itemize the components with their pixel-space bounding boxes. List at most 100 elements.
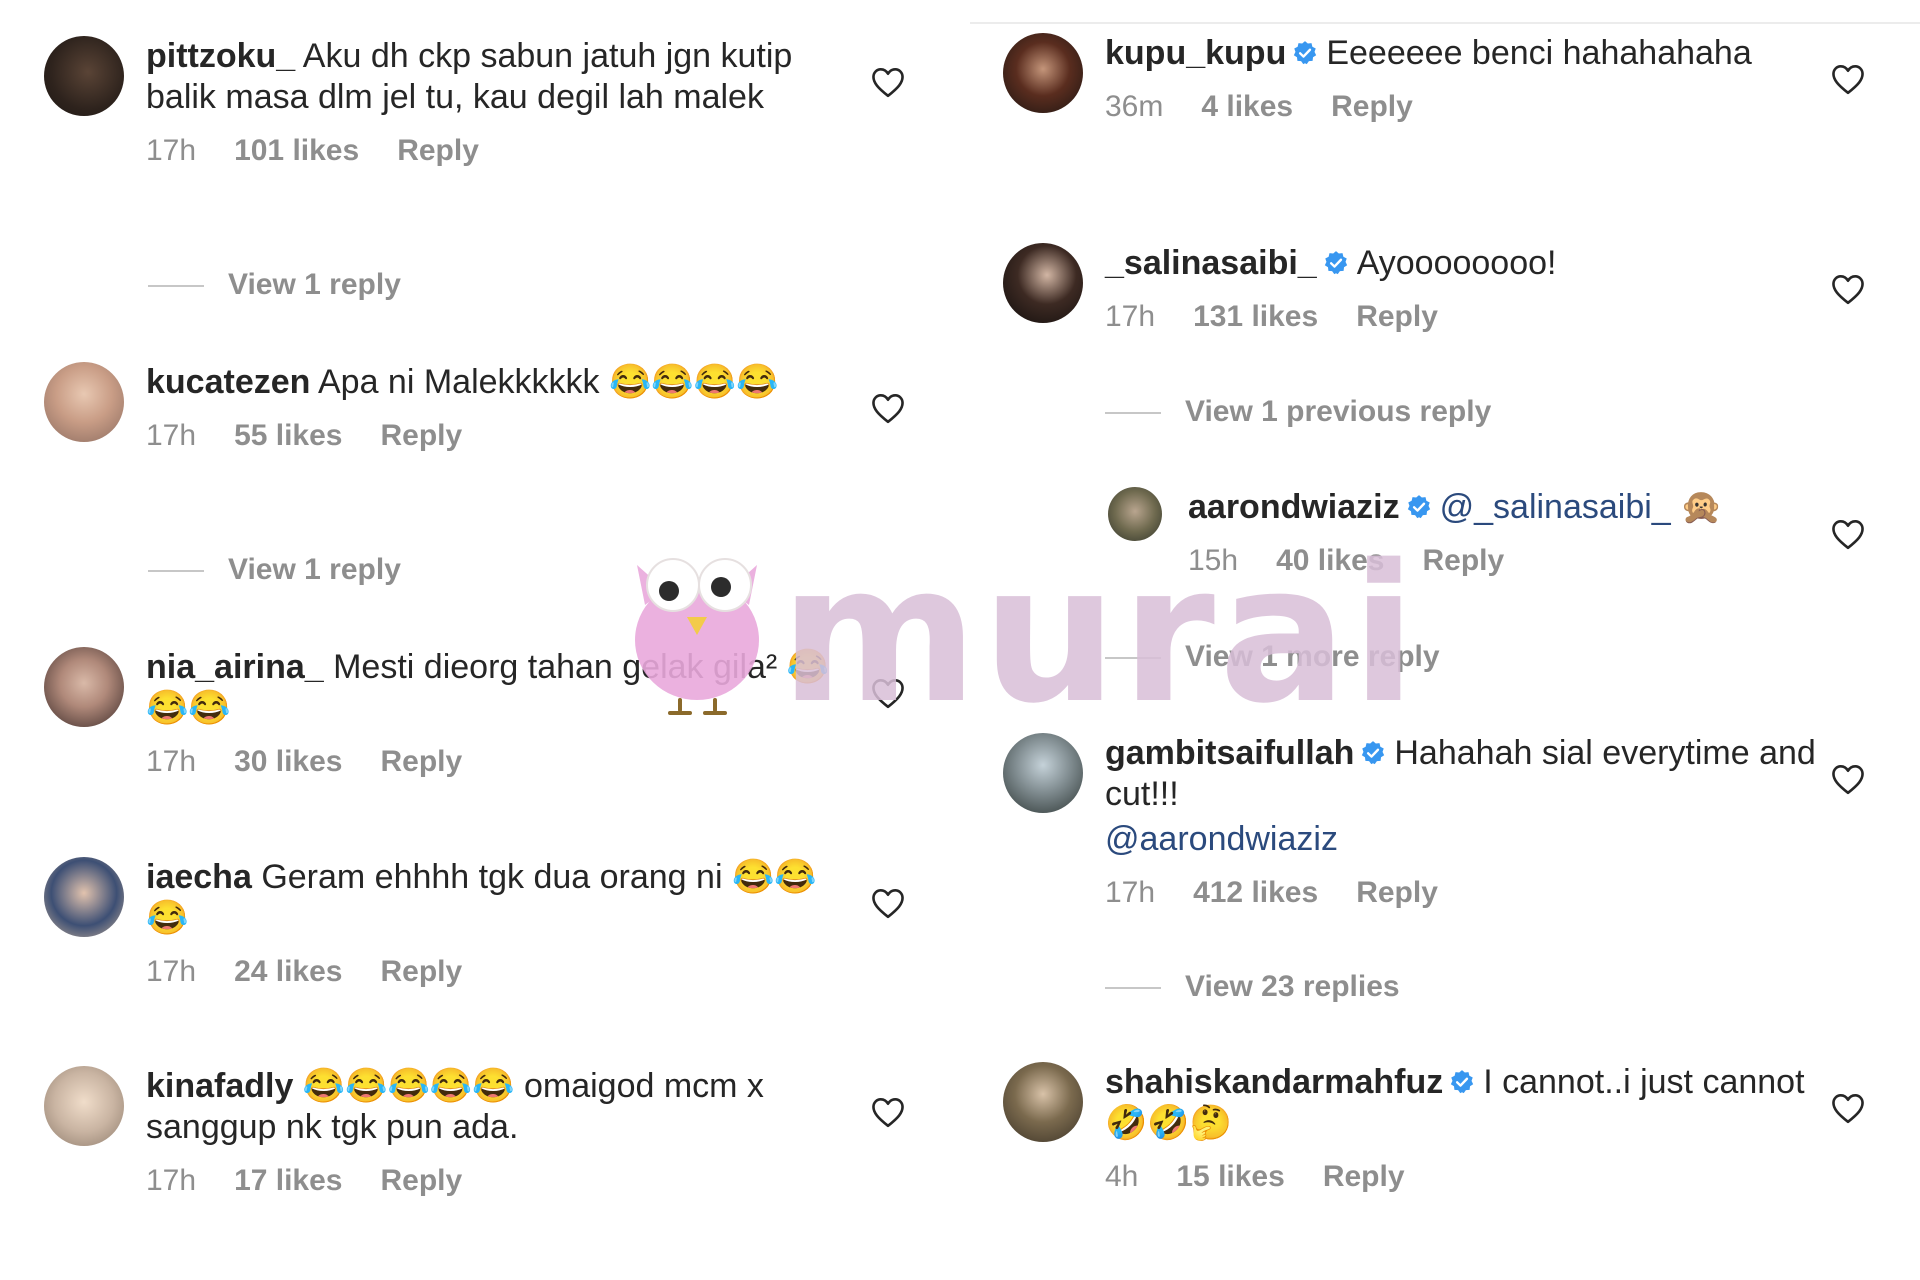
comment-meta: 17h 24 likes Reply (146, 955, 846, 989)
comment-text: kupu_kupu Eeeeeee benci hahahahaha (1105, 33, 1825, 74)
likes-count[interactable]: 15 likes (1176, 1160, 1284, 1193)
avatar[interactable] (1003, 33, 1083, 113)
likes-count[interactable]: 24 likes (234, 955, 342, 988)
avatar[interactable] (1003, 243, 1083, 323)
heart-outline-icon[interactable] (1830, 1092, 1866, 1124)
comment-meta: 4h 15 likes Reply (1105, 1160, 1825, 1194)
reply-button[interactable]: Reply (1356, 300, 1438, 333)
timestamp: 17h (1105, 300, 1156, 333)
reply-button[interactable]: Reply (381, 745, 463, 778)
reply-button[interactable]: Reply (1423, 544, 1505, 577)
reply-button[interactable]: Reply (381, 1164, 463, 1197)
reply-line (148, 570, 204, 573)
comment-body: shahiskandarmahfuz I cannot..i just canno… (1105, 1062, 1825, 1194)
timestamp: 17h (146, 1164, 197, 1197)
view-replies-button[interactable]: View 1 reply (148, 553, 401, 587)
avatar[interactable] (1003, 1062, 1083, 1142)
timestamp: 36m (1105, 90, 1164, 123)
likes-count[interactable]: 17 likes (234, 1164, 342, 1197)
username[interactable]: _salinasaibi_ (1105, 244, 1317, 282)
comment-meta: 17h 101 likes Reply (146, 134, 846, 168)
view-replies-label: View 1 reply (228, 268, 401, 301)
verified-badge-icon (1323, 250, 1349, 276)
verified-badge-icon (1292, 40, 1318, 66)
comment-text: _salinasaibi_ Ayoooooooo! (1105, 243, 1825, 284)
avatar[interactable] (44, 362, 124, 442)
murai-watermark: murai (625, 540, 1416, 730)
view-replies-label: View 1 reply (228, 553, 401, 586)
view-replies-button[interactable]: View 1 previous reply (1105, 395, 1491, 429)
reply-button[interactable]: Reply (1331, 90, 1413, 123)
likes-count[interactable]: 55 likes (234, 419, 342, 452)
username[interactable]: pittzoku_ (146, 37, 295, 75)
username[interactable]: kupu_kupu (1105, 34, 1286, 72)
comment-text: shahiskandarmahfuz I cannot..i just canno… (1105, 1062, 1825, 1144)
comment-text: pittzoku_ Aku dh ckp sabun jatuh jgn kut… (146, 36, 846, 118)
avatar[interactable] (44, 36, 124, 116)
likes-count[interactable]: 131 likes (1193, 300, 1318, 333)
comment-meta: 17h 17 likes Reply (146, 1164, 846, 1198)
reply-button[interactable]: Reply (397, 134, 479, 167)
comment-meta: 17h 30 likes Reply (146, 745, 846, 779)
comment-body: kinafadly 😂😂😂😂😂 omaigod mcm x sanggup nk… (146, 1066, 846, 1198)
heart-outline-icon[interactable] (1830, 63, 1866, 95)
mention-link[interactable]: @aarondwiaziz (1105, 820, 1338, 858)
comment-text: gambitsaifullah Hahahah sial everytime an… (1105, 733, 1825, 815)
heart-outline-icon[interactable] (870, 392, 906, 424)
comment-meta: 36m 4 likes Reply (1105, 90, 1825, 124)
reply-button[interactable]: Reply (1356, 876, 1438, 909)
heart-outline-icon[interactable] (870, 1096, 906, 1128)
avatar[interactable] (1003, 733, 1083, 813)
likes-count[interactable]: 101 likes (234, 134, 359, 167)
top-divider (970, 22, 1920, 24)
username[interactable]: nia_airina_ (146, 648, 324, 686)
comment-body: pittzoku_ Aku dh ckp sabun jatuh jgn kut… (146, 36, 846, 168)
username[interactable]: kucatezen (146, 363, 310, 401)
comment-content: Apa ni Malekkkkkk 😂😂😂😂 (317, 363, 779, 401)
likes-count[interactable]: 30 likes (234, 745, 342, 778)
username[interactable]: iaecha (146, 858, 252, 896)
heart-outline-icon[interactable] (1830, 273, 1866, 305)
likes-count[interactable]: 412 likes (1193, 876, 1318, 909)
heart-outline-icon[interactable] (870, 887, 906, 919)
heart-outline-icon[interactable] (870, 66, 906, 98)
view-replies-button[interactable]: View 23 replies (1105, 970, 1400, 1004)
comment-body: kupu_kupu Eeeeeee benci hahahahaha 36m 4 l… (1105, 33, 1825, 124)
reply-button[interactable]: Reply (381, 955, 463, 988)
verified-badge-icon (1406, 494, 1432, 520)
watermark-text: murai (780, 524, 1421, 745)
reply-line (1105, 987, 1161, 990)
username[interactable]: shahiskandarmahfuz (1105, 1063, 1443, 1101)
comment-meta: 17h 55 likes Reply (146, 419, 846, 453)
comment-text: iaecha Geram ehhhh tgk dua orang ni 😂😂😂 (146, 857, 846, 939)
timestamp: 17h (146, 955, 197, 988)
timestamp: 17h (146, 745, 197, 778)
reply-line (1105, 412, 1161, 415)
heart-outline-icon[interactable] (1830, 518, 1866, 550)
owl-logo-icon (635, 558, 759, 715)
comment-body: gambitsaifullah Hahahah sial everytime an… (1105, 733, 1825, 910)
heart-outline-icon[interactable] (1830, 763, 1866, 795)
avatar[interactable] (44, 857, 124, 937)
avatar[interactable] (44, 1066, 124, 1146)
comment-body: iaecha Geram ehhhh tgk dua orang ni 😂😂😂 … (146, 857, 846, 989)
timestamp: 17h (1105, 876, 1156, 909)
comment-text: kinafadly 😂😂😂😂😂 omaigod mcm x sanggup nk… (146, 1066, 846, 1148)
likes-count[interactable]: 4 likes (1201, 90, 1293, 123)
comment-text: kucatezen Apa ni Malekkkkkk 😂😂😂😂 (146, 362, 846, 403)
view-replies-label: View 23 replies (1185, 970, 1400, 1003)
reply-button[interactable]: Reply (1323, 1160, 1405, 1193)
avatar[interactable] (44, 647, 124, 727)
username[interactable]: aarondwiaziz (1188, 488, 1400, 526)
view-replies-button[interactable]: View 1 reply (148, 268, 401, 302)
username[interactable]: kinafadly (146, 1067, 293, 1105)
verified-badge-icon (1449, 1069, 1475, 1095)
mention-link[interactable]: @_salinasaibi_ (1440, 488, 1671, 526)
timestamp: 17h (146, 134, 197, 167)
comment-text: aarondwiaziz @_salinasaibi_ 🙊 (1188, 487, 1808, 528)
comment-content: 🙊 (1680, 488, 1723, 526)
comment-mention-line: @aarondwiaziz (1105, 819, 1825, 860)
comment-content: Ayoooooooo! (1356, 244, 1557, 282)
timestamp: 4h (1105, 1160, 1139, 1193)
reply-button[interactable]: Reply (381, 419, 463, 452)
